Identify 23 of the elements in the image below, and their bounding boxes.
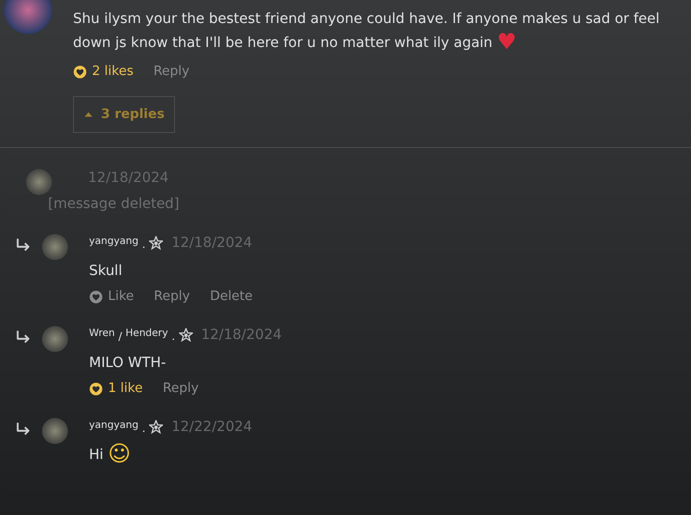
comment-text: Skull bbox=[89, 262, 124, 281]
like-button[interactable]: 2 likes bbox=[73, 64, 134, 79]
like-button[interactable]: Like bbox=[89, 289, 134, 304]
star-icon bbox=[149, 236, 164, 250]
avatar bbox=[4, 0, 52, 34]
action-link[interactable]: Reply bbox=[153, 64, 190, 79]
avatar bbox=[42, 326, 68, 352]
replies-toggle[interactable]: 3 replies bbox=[73, 96, 175, 133]
avatar bbox=[42, 234, 68, 260]
comment-date: 12/18/2024 bbox=[201, 327, 282, 343]
star-icon bbox=[149, 420, 164, 434]
comment-date: 12/18/2024 bbox=[171, 235, 252, 251]
action-link[interactable]: Reply bbox=[162, 381, 199, 396]
comment-text: MILO WTH- bbox=[89, 354, 167, 373]
action-link[interactable]: Delete bbox=[210, 289, 253, 304]
action-link[interactable]: Reply bbox=[154, 289, 190, 304]
comment-date: 12/22/2024 bbox=[171, 419, 252, 435]
avatar bbox=[42, 418, 68, 444]
like-button[interactable]: 1 like bbox=[89, 381, 143, 396]
comment-date: 12/18/2024 bbox=[88, 170, 170, 186]
deleted-message: [message deleted] bbox=[48, 196, 180, 212]
star-icon bbox=[179, 328, 194, 342]
avatar bbox=[26, 169, 52, 195]
